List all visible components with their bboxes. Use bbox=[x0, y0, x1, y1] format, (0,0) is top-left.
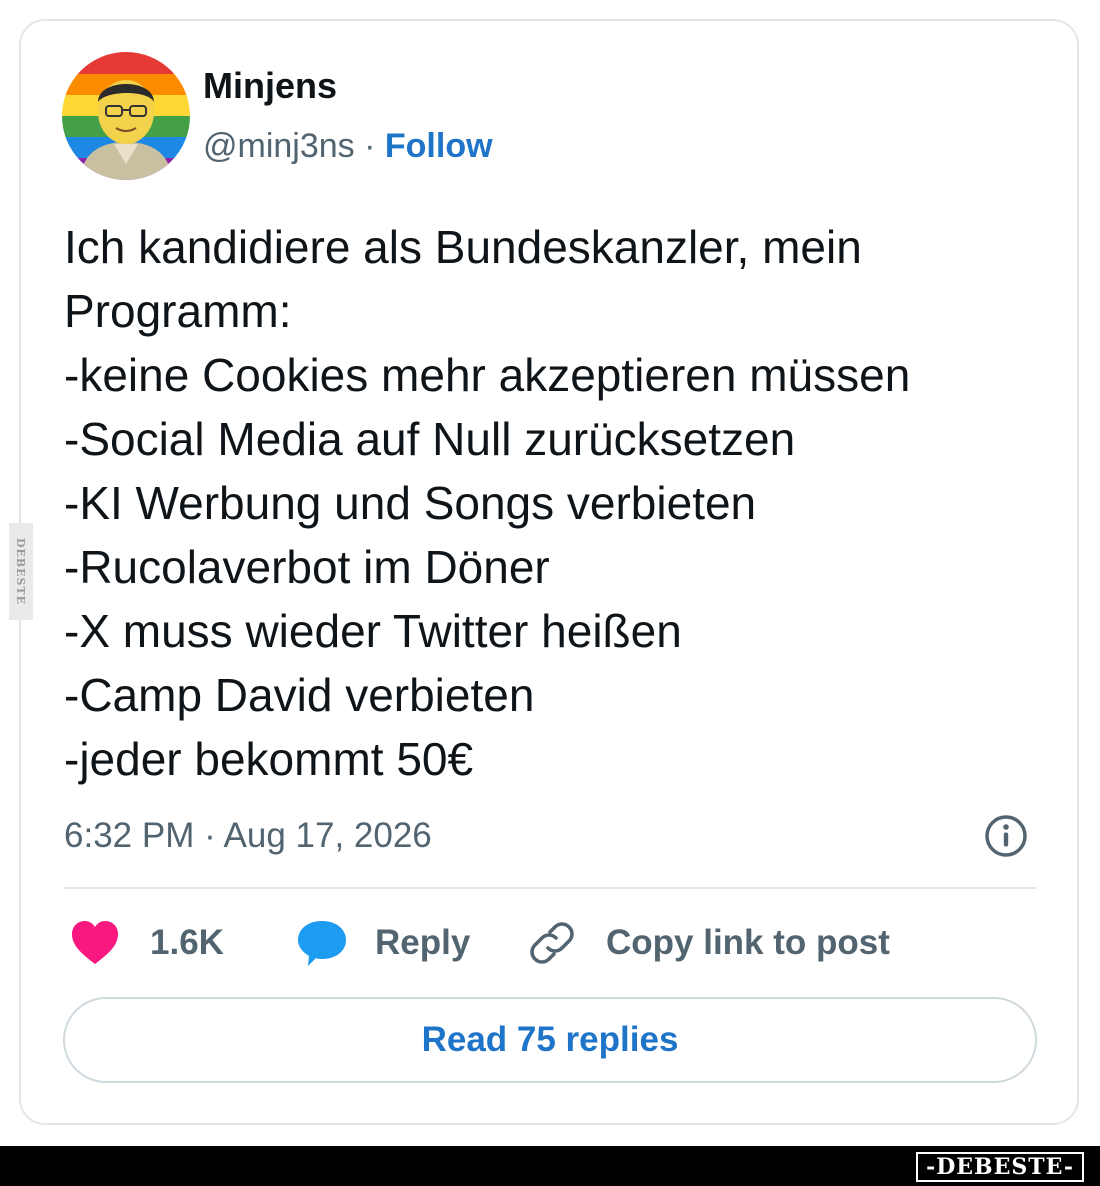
avatar[interactable] bbox=[62, 52, 190, 180]
reply-label: Reply bbox=[375, 923, 471, 962]
tweet-text-line: -Rucolaverbot im Döner bbox=[64, 541, 550, 593]
heart-icon bbox=[72, 921, 118, 964]
read-replies-button[interactable]: Read 75 replies bbox=[63, 997, 1037, 1083]
tweet-text-line: -jeder bekommt 50€ bbox=[64, 733, 474, 785]
like-button[interactable]: 1.6K bbox=[70, 918, 224, 968]
bottom-watermark-bar: -DEBESTE- bbox=[0, 1146, 1100, 1186]
tweet-text-line: -Camp David verbieten bbox=[64, 669, 535, 721]
tweet-text-line: -keine Cookies mehr akzeptieren müssen bbox=[64, 349, 911, 401]
handle-row: @minj3ns · Follow bbox=[203, 124, 493, 168]
copy-link-label: Copy link to post bbox=[606, 923, 890, 962]
side-watermark-text: DEBESTE bbox=[14, 537, 28, 606]
like-count: 1.6K bbox=[150, 923, 224, 962]
brand-logo: -DEBESTE- bbox=[916, 1152, 1084, 1182]
speech-bubble-icon bbox=[298, 921, 346, 966]
divider bbox=[64, 887, 1036, 889]
author-name[interactable]: Minjens bbox=[203, 64, 337, 108]
copy-link-button[interactable]: Copy link to post bbox=[528, 918, 890, 968]
follow-button[interactable]: Follow bbox=[385, 127, 493, 165]
tweet-text-line: Programm: bbox=[64, 285, 292, 337]
side-watermark: DEBESTE bbox=[9, 523, 33, 620]
tweet-text: Ich kandidiere als Bundeskanzler, mein P… bbox=[64, 215, 1054, 791]
brand-logo-text: -DEBESTE- bbox=[926, 1154, 1074, 1180]
info-icon[interactable] bbox=[983, 813, 1029, 859]
read-replies-label: Read 75 replies bbox=[421, 1020, 679, 1059]
tweet-text-line: -Social Media auf Null zurücksetzen bbox=[64, 413, 796, 465]
tweet-text-line: -KI Werbung und Songs verbieten bbox=[64, 477, 757, 529]
author-handle[interactable]: @minj3ns bbox=[203, 127, 355, 165]
timestamp[interactable]: 6:32 PM · Aug 17, 2026 bbox=[64, 813, 432, 859]
separator-dot: · bbox=[354, 127, 385, 165]
tweet-text-line: Ich kandidiere als Bundeskanzler, mein bbox=[64, 221, 862, 273]
link-icon bbox=[530, 922, 574, 964]
reply-button[interactable]: Reply bbox=[296, 918, 470, 968]
tweet-text-line: -X muss wieder Twitter heißen bbox=[64, 605, 682, 657]
